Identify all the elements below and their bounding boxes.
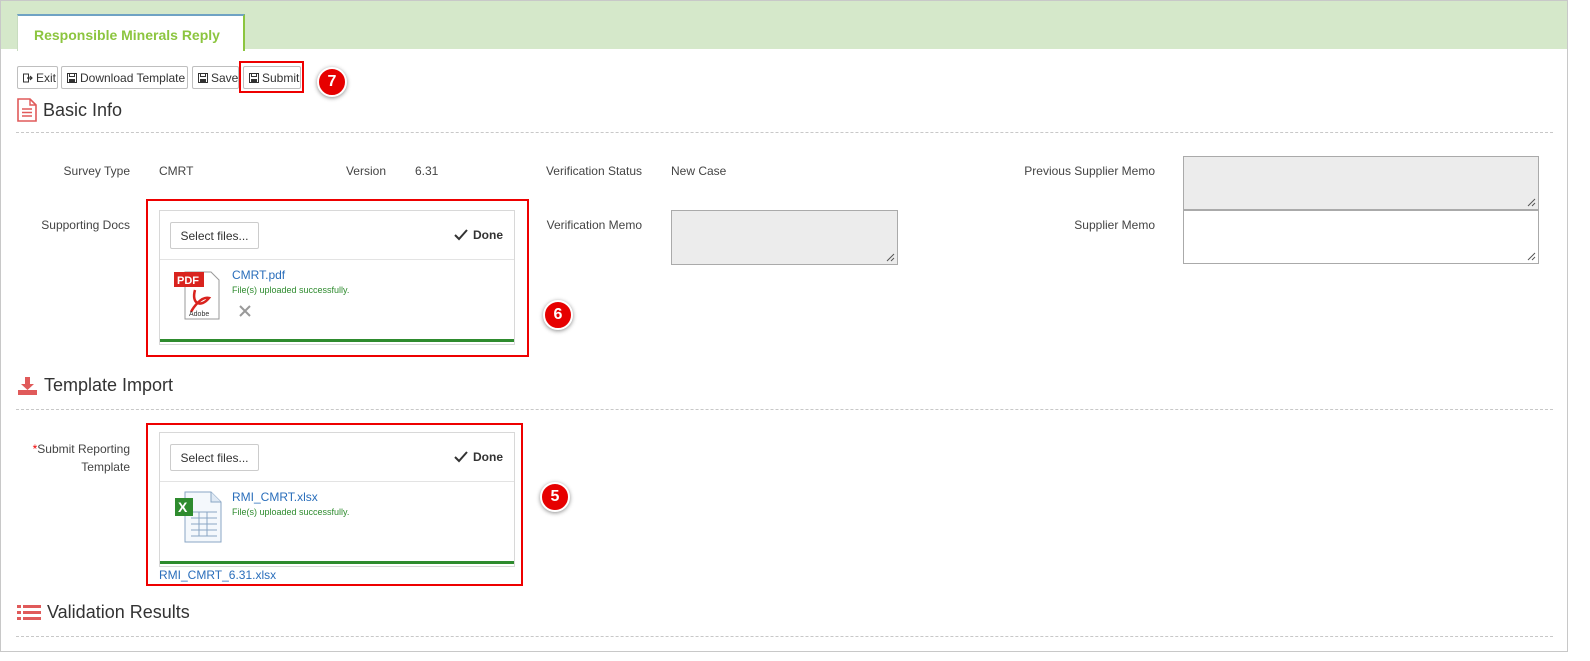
callout-5: 5 <box>540 482 570 512</box>
previous-supplier-memo-label: Previous Supplier Memo <box>1024 164 1155 178</box>
resize-grip-icon <box>886 253 895 262</box>
callout-6: 6 <box>543 300 573 330</box>
previous-supplier-memo-field <box>1183 156 1539 210</box>
basic-info-label: Basic Info <box>43 99 123 120</box>
divider <box>16 409 1553 410</box>
label-line1: Submit Reporting <box>37 442 130 456</box>
download-icon <box>17 376 38 396</box>
supplier-memo-field[interactable] <box>1183 210 1539 264</box>
supporting-docs-highlight <box>146 199 529 357</box>
list-icon <box>17 604 41 622</box>
survey-type-value: CMRT <box>159 164 194 178</box>
verification-memo-label: Verification Memo <box>546 218 642 232</box>
verification-memo-field <box>671 210 898 265</box>
version-value: 6.31 <box>415 164 439 178</box>
validation-results-title: Validation Results <box>17 602 190 623</box>
download-template-button[interactable]: Download Template <box>61 66 188 89</box>
divider <box>16 132 1553 133</box>
tab-responsible-minerals-reply[interactable]: Responsible Minerals Reply <box>17 14 245 51</box>
exit-button[interactable]: Exit <box>17 66 58 89</box>
submit-reporting-template-label: *Submit Reporting Template <box>20 440 130 476</box>
callout-7: 7 <box>317 67 347 97</box>
validation-results-label: Validation Results <box>47 602 190 622</box>
resize-grip-icon <box>1527 252 1536 261</box>
template-import-label: Template Import <box>44 375 174 395</box>
resize-grip-icon <box>1527 198 1536 207</box>
survey-type-label: Survey Type <box>63 164 130 178</box>
document-icon <box>17 98 37 122</box>
supporting-docs-label: Supporting Docs <box>41 218 130 232</box>
template-import-title: Template Import <box>17 375 173 396</box>
submit-highlight <box>239 61 304 93</box>
floppy-icon <box>67 72 77 83</box>
exit-icon <box>23 73 33 83</box>
verification-status-value: New Case <box>671 164 727 178</box>
basic-info-title: Basic Info <box>17 98 122 122</box>
download-template-label: Download Template <box>80 70 186 85</box>
verification-status-label: Verification Status <box>545 164 642 178</box>
tab-label: Responsible Minerals Reply <box>34 27 220 43</box>
exit-label: Exit <box>36 70 57 85</box>
version-label: Version <box>345 164 386 178</box>
template-highlight <box>146 423 523 586</box>
label-line2: Template <box>81 460 130 474</box>
save-label: Save <box>211 70 239 85</box>
divider <box>16 636 1553 637</box>
floppy-icon <box>198 72 208 83</box>
save-button[interactable]: Save <box>192 66 239 89</box>
supplier-memo-label: Supplier Memo <box>1074 218 1155 232</box>
